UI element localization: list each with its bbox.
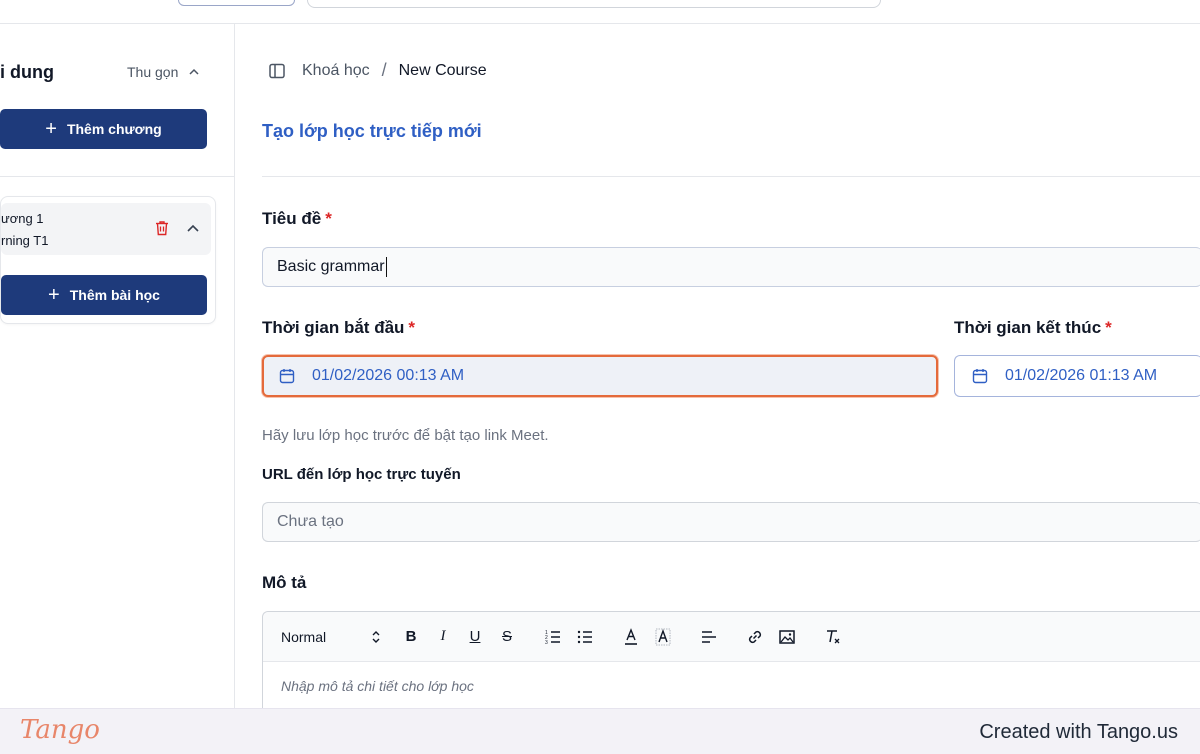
divider [262,176,1200,177]
sidebar-title: i dung [0,62,54,82]
align-icon[interactable] [699,627,719,647]
clear-format-icon[interactable] [823,627,843,647]
add-lesson-label: Thêm bài học [69,287,160,303]
strike-glyph: S [501,628,512,645]
sort-arrows-icon [372,630,380,643]
breadcrumb-current: New Course [398,61,487,79]
ordered-list-icon[interactable]: 1 2 3 [543,627,563,647]
description-editor: Normal B I U S 1 2 3 Nhập mô tả chi tiết… [262,611,1200,711]
add-chapter-label: Thêm chương [66,121,162,137]
collapse-label: Thu gọn [127,64,179,80]
end-time-picker[interactable]: 01/02/2026 01:13 AM [954,355,1200,397]
format-select[interactable]: Normal [281,629,381,645]
chapter-name: ương 1 [1,211,44,226]
sidebar: i dung Thu gọn + Thêm chương ương 1 rnin… [0,24,235,708]
underline-glyph: U [469,628,481,645]
required-mark: * [325,209,332,228]
top-button[interactable] [178,0,295,6]
chapter-card: ương 1 rning T1 + Thêm bài học [0,196,216,324]
breadcrumb-separator: / [381,60,387,80]
url-input-placeholder: Chưa tạo [277,513,344,530]
italic-glyph: I [440,628,446,644]
editor-toolbar: Normal B I U S 1 2 3 [263,612,1200,662]
calendar-icon [279,369,295,384]
title-input-value: Basic grammar [277,258,385,275]
footer: Tango Created with Tango.us [0,708,1200,754]
sidebar-toggle-icon[interactable] [268,62,286,80]
start-time-label-text: Thời gian bắt đầu [262,318,405,337]
trash-icon[interactable] [153,219,171,237]
highlight-icon[interactable] [653,627,673,647]
strikethrough-button[interactable]: S [497,627,517,647]
bold-button[interactable]: B [401,627,421,647]
end-time-value: 01/02/2026 01:13 AM [1005,367,1158,384]
plus-icon: + [45,118,57,140]
image-icon[interactable] [777,627,797,647]
url-label: URL đến lớp học trực tuyến [262,466,461,483]
meet-hint: Hãy lưu lớp học trước để bật tạo link Me… [262,427,549,444]
start-time-value: 01/02/2026 00:13 AM [312,367,465,384]
bold-glyph: B [405,628,417,645]
bullet-list-icon[interactable] [575,627,595,647]
sidebar-header: i dung Thu gọn + Thêm chương [0,24,235,177]
add-chapter-button[interactable]: + Thêm chương [0,109,207,149]
breadcrumb: Khoá học / New Course [268,60,487,81]
top-search-input[interactable] [307,0,881,8]
chapter-subtitle: rning T1 [1,233,49,248]
description-label: Mô tả [262,573,307,592]
chapter-row[interactable]: ương 1 rning T1 [1,203,211,255]
top-bar [0,0,1200,24]
created-with-text: Created with Tango.us [979,721,1178,743]
required-mark: * [1105,318,1112,337]
end-time-label: Thời gian kết thúc * [954,318,1112,338]
calendar-icon [972,369,988,384]
text-caret [385,257,387,277]
underline-button[interactable]: U [465,627,485,647]
text-color-icon[interactable] [621,627,641,647]
url-input[interactable]: Chưa tạo [262,502,1200,542]
end-time-label-text: Thời gian kết thúc [954,318,1102,337]
italic-button[interactable]: I [433,627,453,647]
collapse-button[interactable]: Thu gọn [127,64,200,80]
tango-logo: Tango [20,715,100,745]
add-lesson-button[interactable]: + Thêm bài học [1,275,207,315]
start-time-label: Thời gian bắt đầu * [262,318,415,338]
editor-placeholder[interactable]: Nhập mô tả chi tiết cho lớp học [281,678,474,694]
svg-text:3: 3 [545,640,548,646]
title-input[interactable]: Basic grammar [262,247,1200,287]
title-label: Tiêu đề * [262,209,332,229]
required-mark: * [408,318,416,337]
breadcrumb-courses-link[interactable]: Khoá học [302,62,370,80]
page-title: Tạo lớp học trực tiếp mới [262,121,482,141]
title-label-text: Tiêu đề [262,209,322,228]
plus-icon: + [48,284,60,306]
start-time-picker[interactable]: 01/02/2026 00:13 AM [262,355,938,397]
chevron-up-icon [189,68,199,75]
link-icon[interactable] [745,627,765,647]
main-content: Khoá học / New Course Tạo lớp học trực t… [236,24,1200,711]
chevron-up-icon[interactable] [185,221,201,237]
format-select-value: Normal [281,628,327,645]
